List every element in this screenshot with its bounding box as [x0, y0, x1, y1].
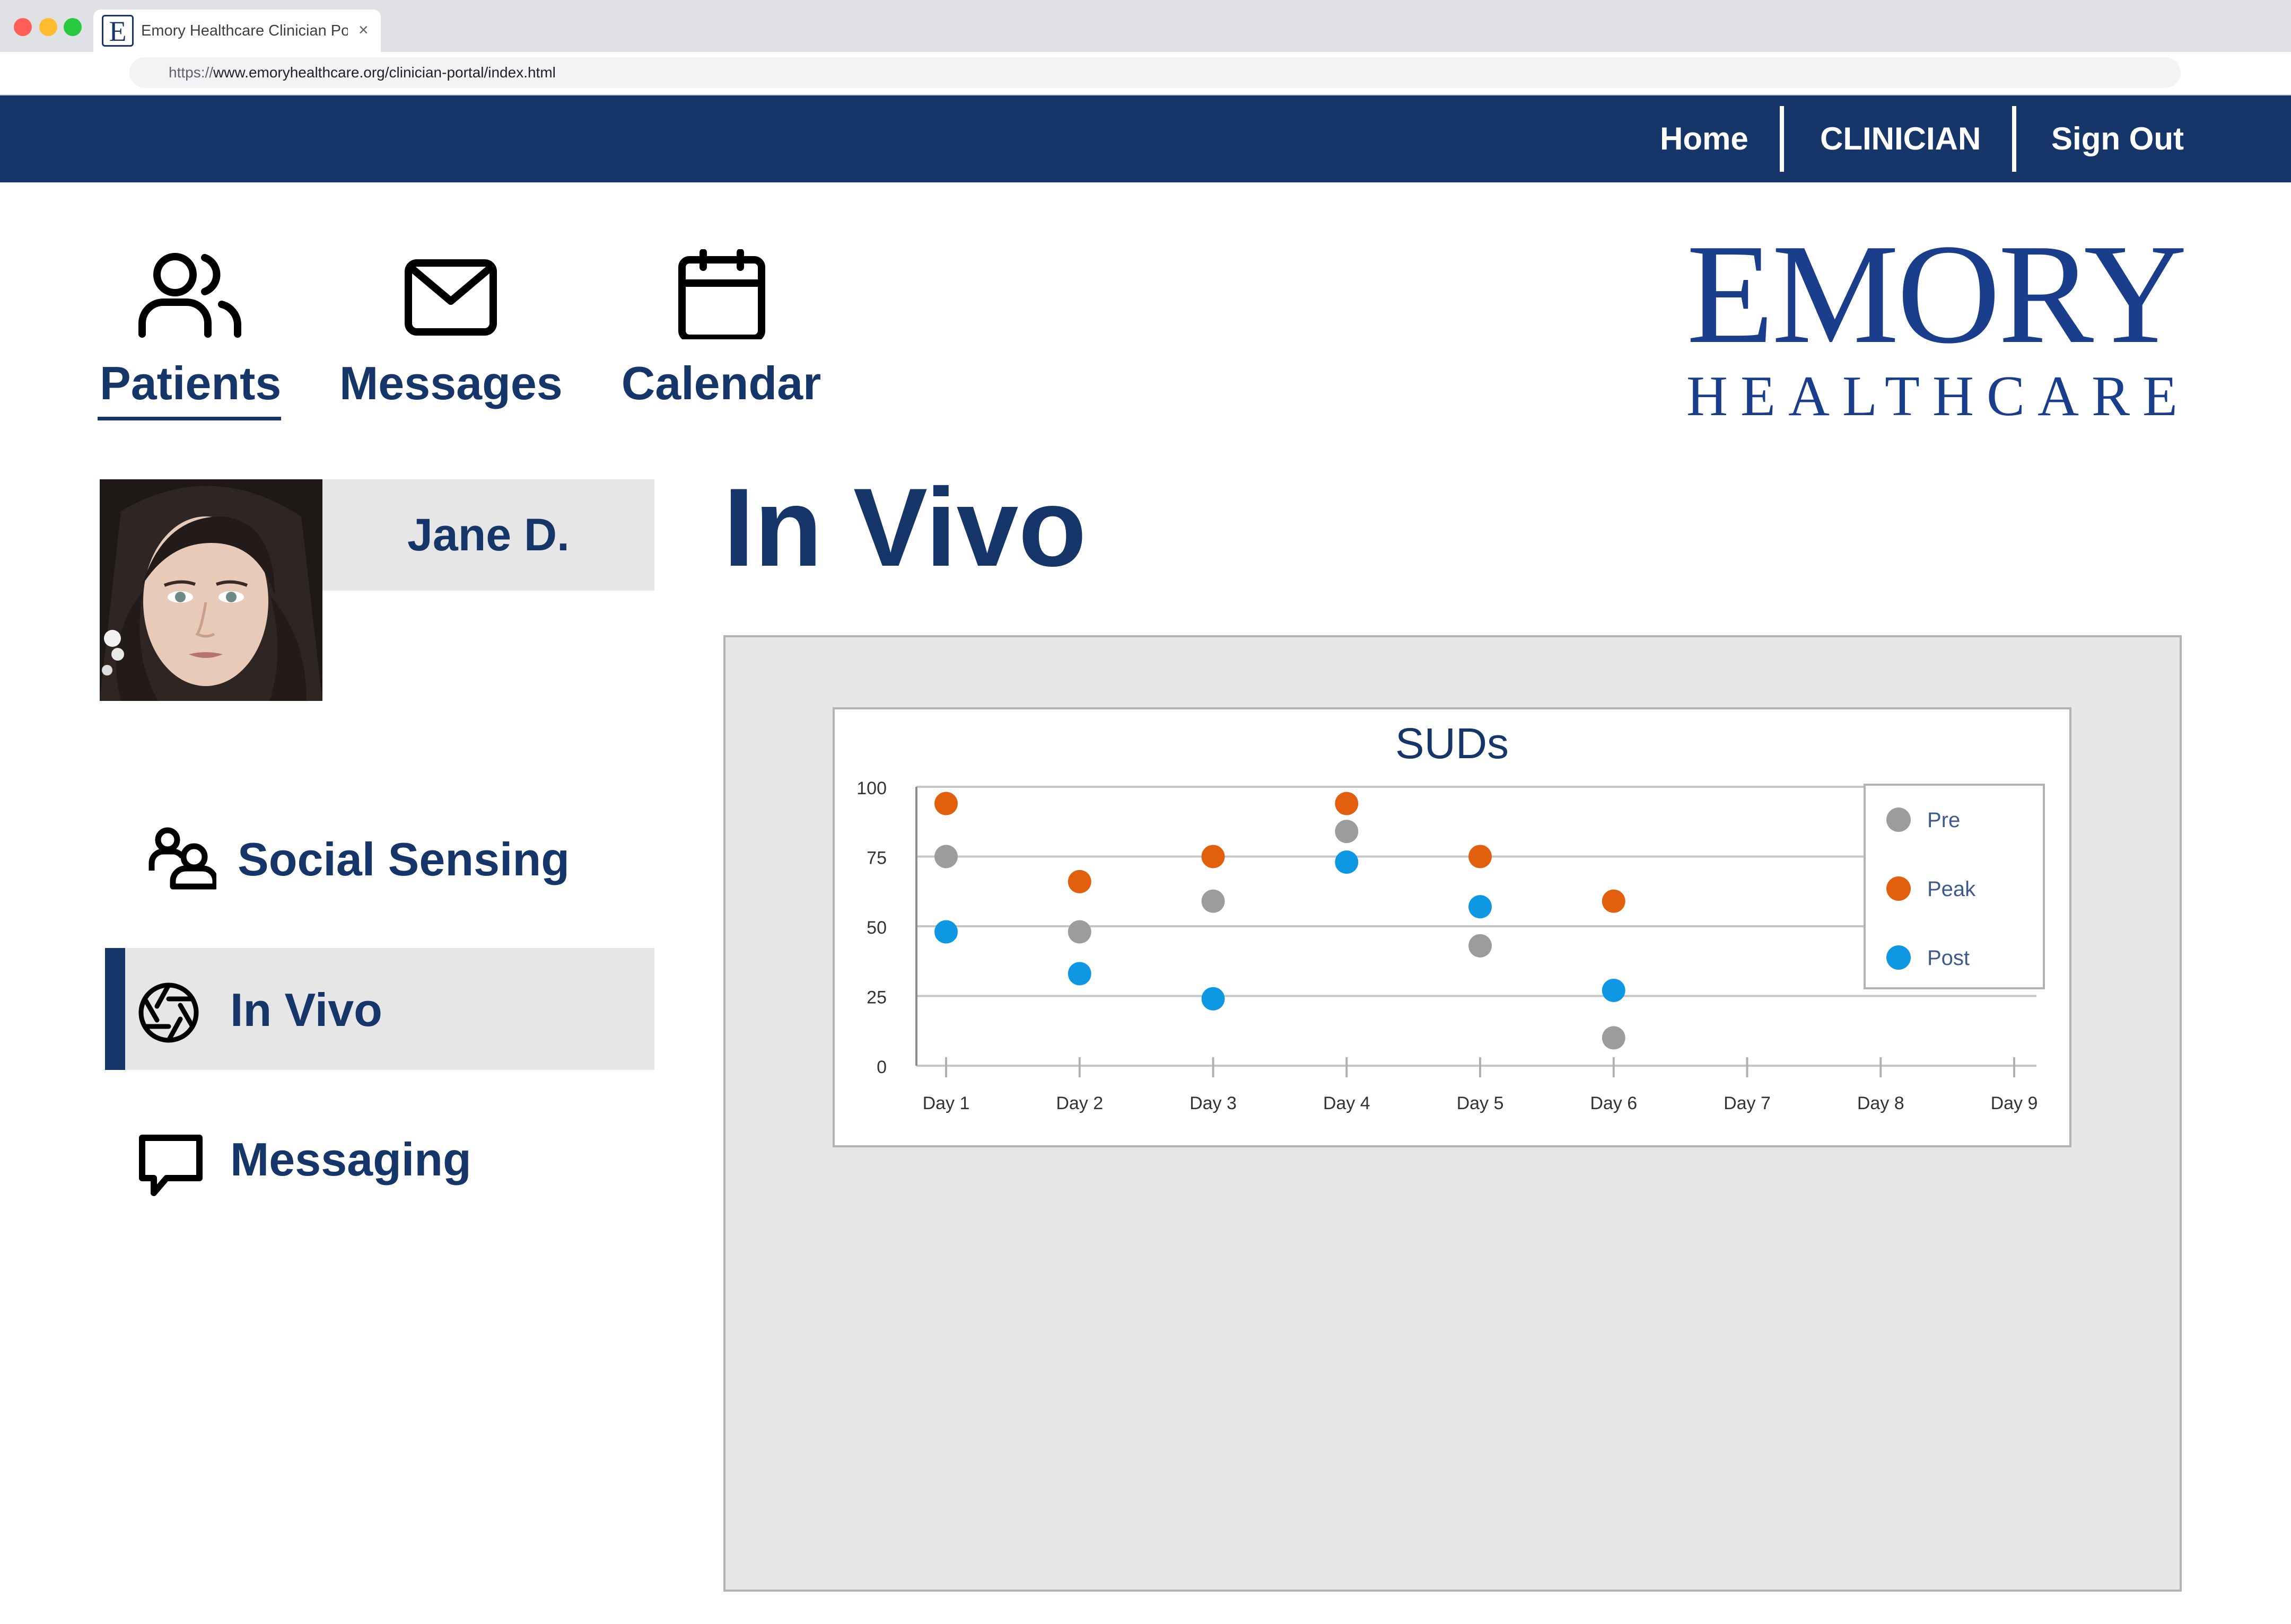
x-tick-label: Day 3 [1190, 1093, 1237, 1113]
patient-avatar [100, 479, 322, 701]
tab-close-icon[interactable]: × [358, 21, 369, 38]
window-close-button[interactable] [14, 18, 32, 36]
data-point-post [1335, 850, 1359, 874]
patient-name: Jane D. [407, 510, 570, 560]
nav-signout-link[interactable]: Sign Out [2051, 95, 2184, 182]
sidebar-active-indicator [105, 948, 125, 1070]
x-tick-label: Day 8 [1857, 1093, 1904, 1113]
window-zoom-button[interactable] [64, 18, 82, 36]
tab-calendar-label: Calendar [621, 357, 821, 409]
legend-marker-pre [1886, 807, 1911, 832]
chat-icon [139, 1135, 203, 1196]
favicon-icon: E [102, 15, 134, 47]
data-point-post [934, 920, 958, 944]
data-point-peak [1602, 889, 1625, 913]
sidebar-label-social-sensing: Social Sensing [238, 833, 570, 885]
x-tick-label: Day 6 [1590, 1093, 1637, 1113]
browser-tab[interactable]: E Emory Healthcare Clinician Por × [93, 10, 381, 52]
data-point-peak [1201, 845, 1225, 868]
data-point-pre [1068, 920, 1091, 944]
window-minimize-button[interactable] [39, 18, 57, 36]
y-tick-label: 100 [856, 778, 887, 798]
data-point-pre [1468, 934, 1492, 958]
data-point-peak [1335, 792, 1359, 815]
data-point-post [1068, 962, 1091, 986]
x-tick-label: Day 7 [1724, 1093, 1771, 1113]
url-path: www.emoryhealthcare.org/clinician-portal… [213, 64, 556, 81]
x-tick-label: Day 1 [923, 1093, 970, 1113]
chart-title: SUDs [1395, 719, 1509, 768]
aperture-icon [138, 982, 199, 1043]
x-tick-label: Day 2 [1056, 1093, 1103, 1113]
people-icon [148, 827, 216, 890]
y-tick-label: 50 [867, 918, 887, 938]
data-point-peak [1068, 870, 1091, 893]
emory-logo-wordmark[interactable]: EMORY [1686, 223, 2187, 366]
data-point-peak [934, 792, 958, 815]
suds-chart-frame: SUDs 0 25 50 75 100 Day 1 Day 2 Day 3 Day 4 Day 5 D… [833, 707, 2071, 1147]
data-point-pre [1602, 1026, 1625, 1050]
emory-logo-subtitle: HEALTHCARE [1686, 365, 2191, 428]
y-tick-label: 75 [867, 848, 887, 868]
tab-messages-label: Messages [339, 357, 563, 409]
legend-marker-peak [1886, 876, 1911, 901]
legend-label: Peak [1927, 877, 1976, 901]
data-point-pre [1201, 889, 1225, 913]
patients-icon [138, 253, 241, 338]
suds-chart: SUDs 0 25 50 75 100 Day 1 Day 2 Day 3 Day 4 Day 5 D… [856, 719, 2045, 1113]
sidebar-item-social-sensing[interactable]: Social Sensing [144, 817, 622, 901]
active-tab-underline [98, 417, 281, 420]
data-point-post [1201, 987, 1225, 1011]
address-bar[interactable]: https://www.emoryhealthcare.org/clinicia… [129, 57, 2181, 88]
nav-clinician-link[interactable]: CLINICIAN [1820, 95, 1981, 182]
sidebar-label-messaging: Messaging [230, 1133, 471, 1186]
x-tick-label: Day 9 [1991, 1093, 2038, 1113]
nav-home-link[interactable]: Home [1660, 95, 1748, 182]
page-title: In Vivo [723, 465, 1087, 590]
calendar-icon [678, 249, 765, 339]
address-row: https://www.emoryhealthcare.org/clinicia… [0, 52, 2291, 95]
tab-title: Emory Healthcare Clinician Por [141, 22, 348, 39]
url-text: https://www.emoryhealthcare.org/clinicia… [169, 64, 556, 81]
top-nav-bar: Home CLINICIAN Sign Out [0, 95, 2291, 182]
legend-marker-post [1886, 945, 1911, 970]
patient-name-box: Jane D. [322, 479, 654, 591]
data-point-pre [934, 845, 958, 868]
tab-patients[interactable]: Patients [100, 249, 282, 410]
tab-messages[interactable]: Messages [339, 249, 563, 410]
x-tick-label: Day 5 [1457, 1093, 1504, 1113]
tab-calendar[interactable]: Calendar [615, 249, 827, 410]
sidebar-label-in-vivo: In Vivo [230, 984, 382, 1036]
nav-separator [1780, 106, 1784, 172]
browser-tab-strip: E Emory Healthcare Clinician Por × [0, 0, 2291, 52]
url-scheme: https:// [169, 64, 214, 81]
x-tick-label: Day 4 [1323, 1093, 1370, 1113]
data-point-peak [1468, 845, 1492, 868]
legend-label: Post [1927, 946, 1970, 970]
y-tick-label: 0 [877, 1057, 887, 1077]
y-tick-label: 25 [867, 988, 887, 1008]
nav-separator [2012, 106, 2016, 172]
data-point-post [1468, 895, 1492, 919]
data-point-pre [1335, 820, 1359, 844]
data-point-post [1602, 978, 1625, 1002]
mail-icon [405, 259, 497, 336]
sidebar-item-messaging[interactable]: Messaging [137, 1120, 614, 1205]
tab-patients-label: Patients [100, 357, 282, 409]
legend-label: Pre [1927, 809, 1960, 832]
sidebar-item-in-vivo[interactable]: In Vivo [137, 948, 654, 1070]
